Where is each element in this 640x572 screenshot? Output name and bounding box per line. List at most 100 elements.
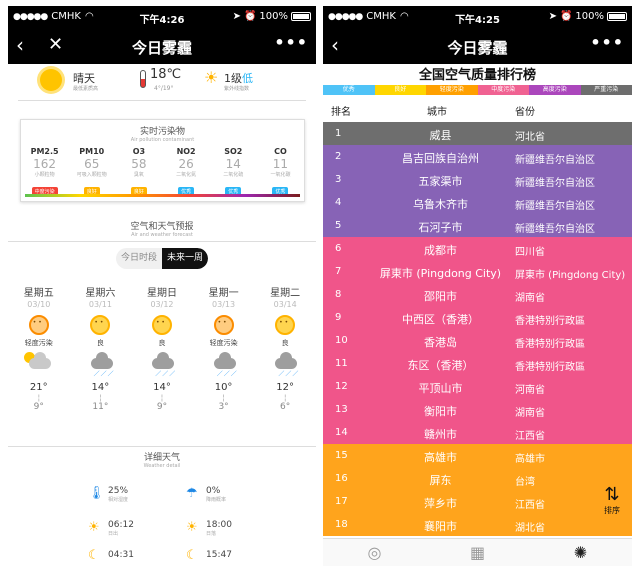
moonset-icon: ☾: [186, 548, 198, 563]
row-city: 赣州市: [424, 428, 457, 441]
ranking-row[interactable]: 7 屏東市 (Pingdong City) 屏東市 (Pingdong City): [323, 260, 632, 283]
row-rank: 16: [335, 473, 348, 484]
battery-icon: [291, 12, 311, 21]
row-rank: 14: [335, 427, 348, 438]
page-title: 今日雾霾: [131, 39, 192, 57]
ranking-row[interactable]: 9 中西区（香港） 香港特別行政區: [323, 306, 632, 329]
tab-person-pin[interactable]: ◎: [323, 539, 426, 566]
row-rank: 10: [335, 335, 348, 346]
sunrise-icon: ☀: [88, 520, 100, 535]
divider: [18, 100, 306, 101]
toggle-hourly[interactable]: 今日时段: [116, 248, 162, 269]
day-name: 星期二: [270, 288, 301, 299]
pollutant-desc: 可吸入颗粒物: [76, 172, 107, 178]
ranking-row[interactable]: 12 平顶山市 河南省: [323, 375, 632, 398]
ranking-row[interactable]: 16 屏东 台湾: [323, 467, 632, 490]
row-city: 五家渠市: [418, 175, 463, 188]
row-rank: 1: [335, 128, 342, 139]
row-province: 湖南省: [515, 408, 545, 419]
toggle-week[interactable]: 未来一周: [162, 248, 208, 269]
ranking-row[interactable]: 10 香港岛 香港特別行政區: [323, 329, 632, 352]
right-phone-screen: ●●●●● CMHK ◠ 下午4:25 ➤ ⏰ 100% ‹ 今日雾霾 ••• …: [323, 6, 632, 566]
ranking-row[interactable]: 8 邵阳市 湖南省: [323, 283, 632, 306]
ranking-row[interactable]: 4 乌鲁木齐市 新疆维吾尔自治区: [323, 191, 632, 214]
row-province: 四川省: [515, 247, 545, 258]
row-province: 河南省: [515, 385, 545, 396]
ranking-row[interactable]: 1 威县 河北省: [323, 122, 632, 145]
map-icon: ▦: [469, 543, 486, 562]
location-icon: ➤: [232, 11, 241, 22]
alarm-icon: ⏰: [559, 11, 573, 22]
rain-icon: ／／／: [278, 371, 300, 378]
row-rank: 12: [335, 381, 348, 392]
row-province: 河北省: [515, 132, 545, 143]
pollutant-item: PM10 65 可吸入颗粒物 良好: [68, 147, 115, 197]
pollutant-name: NO2: [176, 147, 196, 156]
nav-bar: ‹ ✕ 今日雾霾 •••: [8, 28, 316, 64]
row-province: 香港特別行政區: [515, 339, 585, 350]
tab-map[interactable]: ▦: [426, 539, 529, 566]
pollutant-name: O3: [132, 147, 146, 156]
pollutant-name: PM2.5: [30, 147, 59, 156]
row-city: 威县: [429, 129, 452, 142]
row-province: 香港特別行政區: [515, 316, 585, 327]
sunset-time: 18:00 日落: [206, 520, 232, 537]
row-rank: 5: [335, 220, 342, 231]
pollutant-item: SO2 14 二氧化硫 优秀: [210, 147, 257, 197]
pollutant-item: O3 58 臭氧 良好: [115, 147, 162, 197]
ranking-row[interactable]: 13 衡阳市 湖南省: [323, 398, 632, 421]
more-button[interactable]: •••: [274, 33, 308, 52]
sun-cloud-icon: [8, 350, 70, 378]
pollutant-value: 65: [84, 157, 100, 171]
day-low-temp: 9°: [33, 402, 44, 412]
day-date: 03/13: [212, 300, 236, 309]
sort-button[interactable]: ⇅ 排序: [600, 484, 624, 516]
pollutant-item: PM2.5 162 小颗粒物 中度污染: [21, 147, 68, 197]
more-button[interactable]: •••: [590, 33, 624, 52]
legend-item: 中度污染: [477, 85, 529, 95]
ranking-row[interactable]: 3 五家渠市 新疆维吾尔自治区: [323, 168, 632, 191]
row-city: 成都市: [424, 244, 457, 257]
ranking-row[interactable]: 18 襄阳市 湖北省: [323, 513, 632, 536]
ranking-row[interactable]: 5 石河子市 新疆维吾尔自治区: [323, 214, 632, 237]
row-city: 昌吉回族自治州: [402, 152, 479, 165]
row-city: 屏东: [429, 474, 452, 487]
day-date: 03/10: [27, 300, 51, 309]
ranking-row[interactable]: 14 赣州市 江西省: [323, 421, 632, 444]
bulb-icon: ✺: [573, 543, 588, 562]
air-quality-face-icon: [90, 315, 111, 335]
pollutant-name: SO2: [224, 147, 243, 156]
tab-bar: ◎ ▦ ✺: [323, 538, 632, 566]
day-aqi-label: 良: [96, 339, 104, 347]
weather-summary: 晴天 最低素质高 18℃ 4°/19° ☀ 1级低 紫外线指数: [8, 64, 316, 98]
cloud-icon: [152, 352, 175, 369]
header-rank: 排名: [331, 107, 351, 118]
row-rank: 7: [335, 266, 342, 277]
day-low-temp: 9°: [156, 402, 168, 412]
ranking-row[interactable]: 11 东区（香港） 香港特別行政區: [323, 352, 632, 375]
tab-bulb[interactable]: ✺: [529, 539, 632, 566]
row-province: 台湾: [515, 477, 535, 488]
pollutant-value: 11: [272, 157, 289, 171]
header-province: 省份: [515, 107, 535, 118]
forecast-day: 星期五03/10 轻度污染 21°¦9°: [8, 284, 70, 412]
person-pin-icon: ◎: [367, 543, 382, 562]
pollutant-desc: 小颗粒物: [34, 172, 55, 178]
moonrise-time: 04:31: [108, 550, 134, 560]
ranking-row[interactable]: 17 萍乡市 江西省: [323, 490, 632, 513]
temp-separator: ¦: [222, 393, 225, 402]
umbrella-icon: ☂: [186, 486, 198, 501]
ranking-row[interactable]: 6 成都市 四川省: [323, 237, 632, 260]
temperature-range: 4°/19°: [154, 85, 174, 92]
pollution-subtitle: Air pollution contaminant: [130, 137, 195, 143]
battery-percent: 100%: [259, 11, 288, 22]
air-quality-face-icon: [275, 315, 296, 335]
row-rank: 8: [335, 289, 342, 300]
detail-subtitle: Weather detail: [143, 463, 181, 469]
day-name: 星期五: [23, 288, 54, 299]
ranking-row[interactable]: 15 高雄市 高雄市: [323, 444, 632, 467]
row-rank: 9: [335, 312, 342, 323]
row-city: 乌鲁木齐市: [413, 198, 468, 211]
row-city: 高雄市: [424, 451, 457, 464]
ranking-row[interactable]: 2 昌吉回族自治州 新疆维吾尔自治区: [323, 145, 632, 168]
